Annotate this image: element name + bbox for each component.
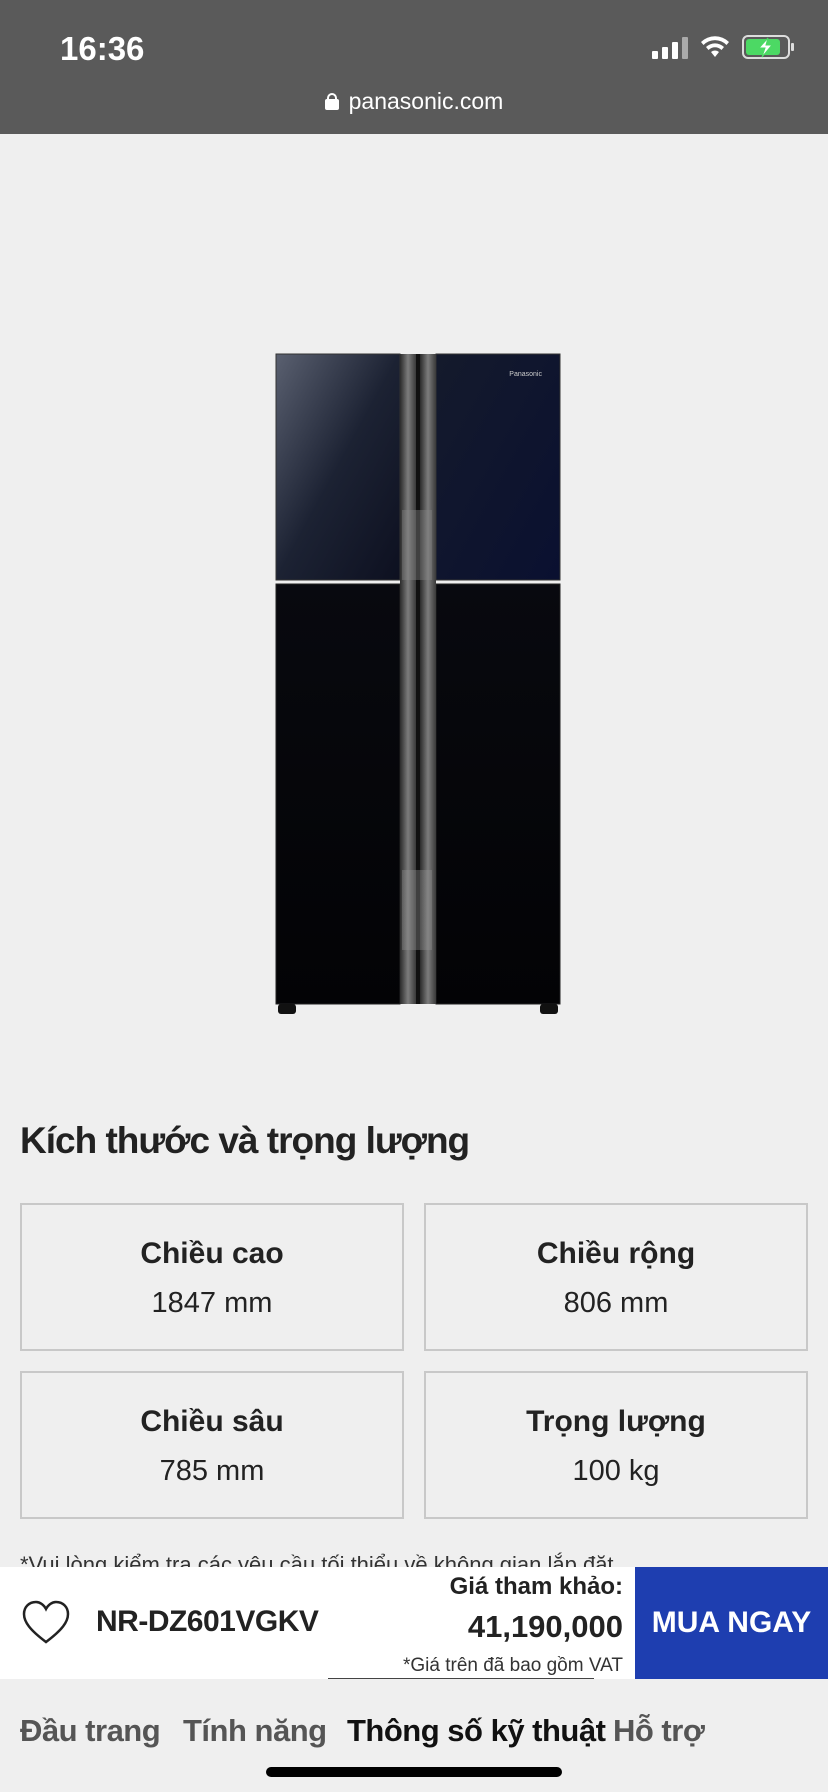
heart-icon[interactable] bbox=[20, 1597, 72, 1649]
model-name: NR-DZ601VGKV bbox=[96, 1605, 319, 1638]
price-label: Giá tham khảo: bbox=[449, 1573, 623, 1600]
spec-value: 806 mm bbox=[563, 1287, 669, 1319]
price-value: 41,190,000 bbox=[467, 1609, 623, 1644]
brand-mark: Panasonic bbox=[509, 371, 542, 378]
product-image-refrigerator: Panasonic bbox=[275, 353, 561, 1014]
spec-height: Chiều cao 1847 mm bbox=[20, 1203, 404, 1351]
spec-weight: Trọng lượng 100 kg bbox=[424, 1371, 808, 1519]
nav-item-features[interactable]: Tính năng bbox=[183, 1713, 327, 1749]
url-text: panasonic.com bbox=[348, 88, 504, 114]
status-icons bbox=[652, 34, 796, 60]
spec-depth: Chiều sâu 785 mm bbox=[20, 1371, 404, 1519]
status-time: 16:36 bbox=[60, 30, 145, 67]
spec-label: Chiều cao bbox=[140, 1237, 284, 1270]
spec-value: 1847 mm bbox=[151, 1287, 273, 1319]
battery-charging-icon bbox=[742, 35, 794, 59]
lock-icon bbox=[324, 93, 339, 110]
vat-note: *Giá trên đã bao gồm VAT bbox=[402, 1655, 623, 1676]
browser-top-bar: 16:36 panasonic.com bbox=[0, 0, 828, 134]
spec-label: Trọng lượng bbox=[526, 1405, 706, 1438]
spec-value: 100 kg bbox=[572, 1455, 660, 1487]
dimensions-title: Kích thước và trọng lượng bbox=[20, 1120, 470, 1161]
wifi-icon bbox=[701, 36, 729, 57]
nav-item-top[interactable]: Đầu trang bbox=[20, 1713, 161, 1749]
nav-item-support[interactable]: Hỗ trợ bbox=[613, 1713, 705, 1749]
url-bar[interactable]: panasonic.com bbox=[0, 88, 828, 115]
home-indicator[interactable] bbox=[266, 1767, 562, 1777]
spec-label: Chiều sâu bbox=[140, 1405, 284, 1438]
spec-width: Chiều rộng 806 mm bbox=[424, 1203, 808, 1351]
purchase-bar: NR-DZ601VGKV Giá tham khảo: 41,190,000 *… bbox=[0, 1567, 828, 1680]
cellular-signal-icon bbox=[652, 35, 688, 59]
buy-now-button[interactable]: MUA NGAY bbox=[635, 1567, 828, 1679]
spec-value: 785 mm bbox=[159, 1455, 265, 1487]
spec-label: Chiều rộng bbox=[536, 1237, 696, 1270]
nav-item-specifications[interactable]: Thông số kỹ thuật bbox=[347, 1713, 606, 1749]
